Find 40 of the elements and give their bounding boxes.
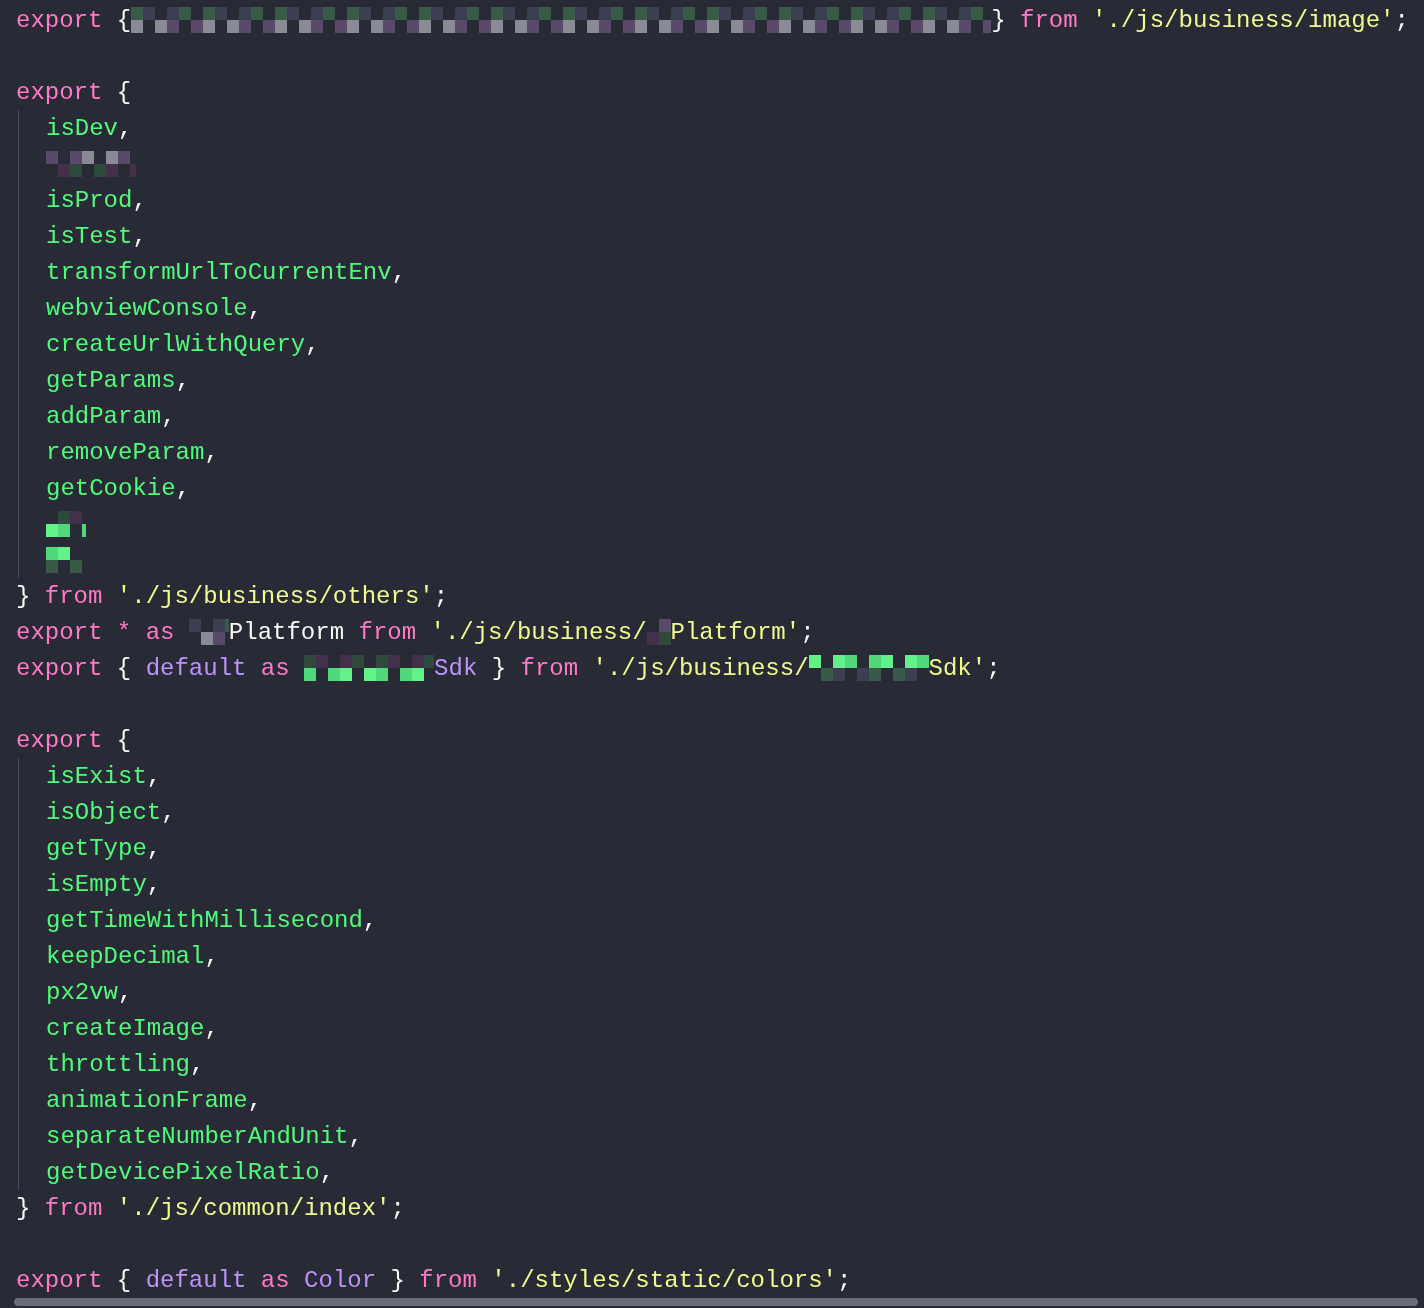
code-text: export { — [16, 6, 132, 34]
redaction-mosaic — [646, 619, 671, 645]
code-line: export { — [16, 77, 133, 108]
code-line: getParams, — [18, 362, 1424, 398]
code-line: animationFrame, — [18, 1082, 1424, 1118]
code-line: createUrlWithQuery, — [18, 326, 1424, 362]
code-line: separateNumberAndUnit, — [18, 1118, 1424, 1154]
redaction-mosaic — [46, 511, 86, 537]
code-line: isDev, — [18, 110, 1424, 146]
code-text: } from './js/business/image'; — [991, 6, 1409, 34]
redaction-mosaic — [46, 547, 82, 573]
code-text: Sdk'; — [928, 654, 1001, 682]
code-line: keepDecimal, — [18, 938, 1424, 974]
code-line: export { default as Color } from './styles/static/colors'; — [16, 1265, 853, 1296]
code-line: export { — [16, 725, 133, 756]
code-line: webviewConsole, — [18, 290, 1424, 326]
code-line: px2vw, — [18, 974, 1424, 1010]
code-line: getCookie, — [18, 470, 1424, 506]
code-line: } from './js/business/others'; — [16, 581, 450, 612]
code-line: addParam, — [18, 398, 1424, 434]
code-line: getType, — [18, 830, 1424, 866]
code-text: export * as — [16, 618, 176, 646]
scrollbar[interactable] — [14, 1298, 1418, 1306]
code-text: export { default as — [16, 654, 291, 682]
code-text: Platform'; — [670, 618, 815, 646]
code-line: isEmpty, — [18, 866, 1424, 902]
code-line: isProd, — [18, 182, 1424, 218]
code-line: createImage, — [18, 1010, 1424, 1046]
code-line: transformUrlToCurrentEnv, — [18, 254, 1424, 290]
code-line: isExist, — [18, 758, 1424, 794]
redaction-mosaic — [188, 619, 229, 645]
code-line: getTimeWithMillisecond, — [18, 902, 1424, 938]
code-line: removeParam, — [18, 434, 1424, 470]
code-line: isTest, — [18, 218, 1424, 254]
code-line: } from './js/common/index'; — [16, 1193, 406, 1224]
code-text: Sdk } from './js/business/ — [434, 654, 809, 682]
code-line: isObject, — [18, 794, 1424, 830]
code-line: getDevicePixelRatio, — [18, 1154, 1424, 1190]
code-text: Platform from './js/business/ — [228, 618, 647, 646]
code-line: throttling, — [18, 1046, 1424, 1082]
